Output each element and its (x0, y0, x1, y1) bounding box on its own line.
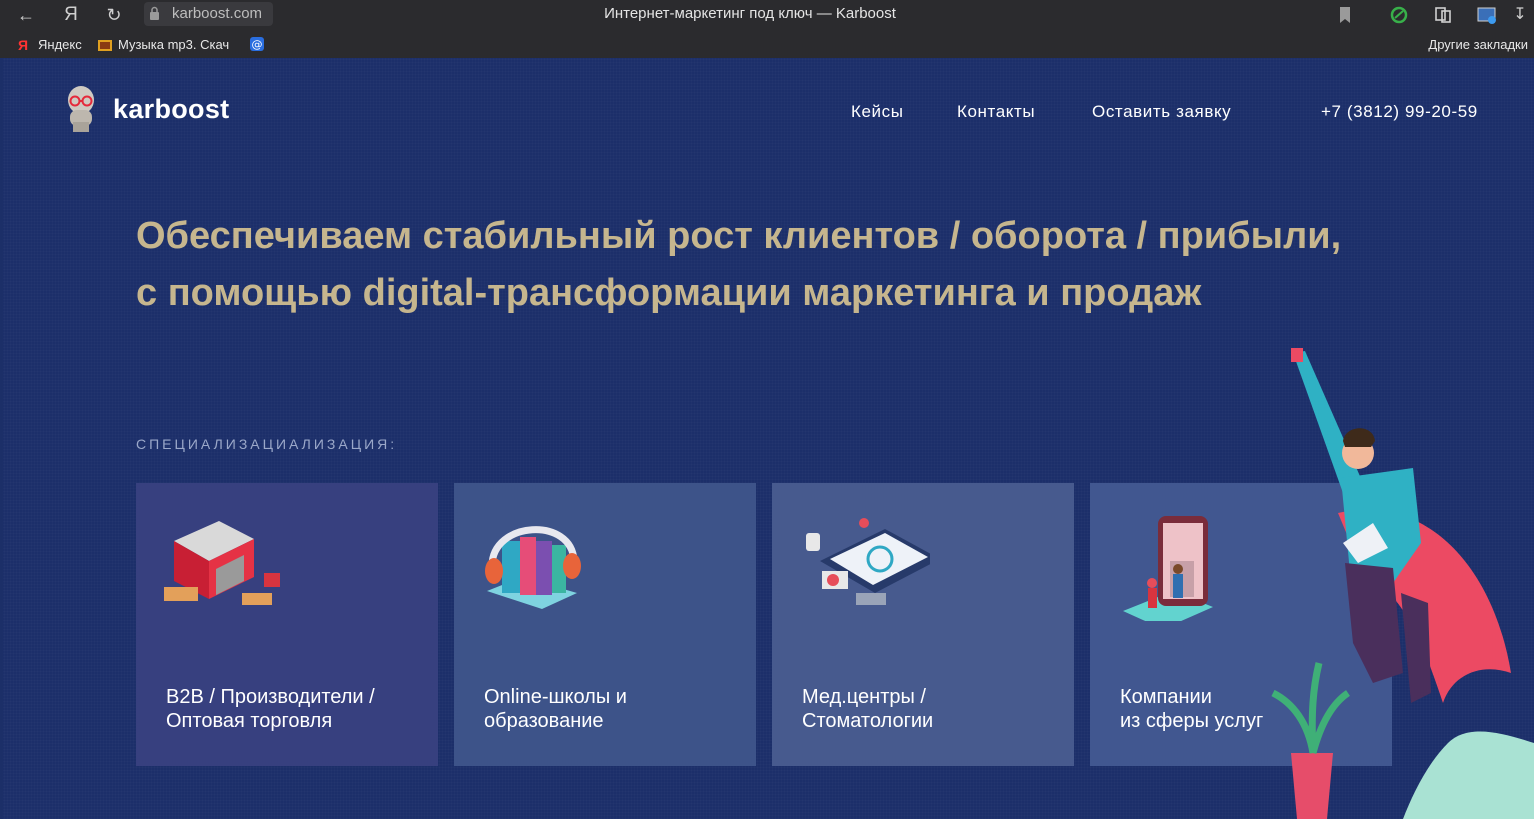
logo-text: karboost (113, 93, 230, 124)
bookmark-icon[interactable] (1334, 4, 1356, 26)
card-medical[interactable]: Мед.центры / Стоматологии (772, 483, 1074, 766)
bookmark-music[interactable]: Музыка mp3. Скач (98, 37, 229, 52)
extensions-icon[interactable] (1432, 4, 1454, 26)
protect-icon[interactable] (1388, 4, 1410, 26)
card-b2b[interactable]: B2B / Производители / Оптовая торговля (136, 483, 438, 766)
svg-text:@: @ (252, 38, 263, 51)
medical-tablet-icon (806, 518, 930, 605)
bookmark-label: Музыка mp3. Скач (118, 37, 230, 52)
card-title: Компании из сферы услуг (1120, 686, 1264, 732)
card-title: Online-школы и образование (484, 686, 627, 732)
hero-headline: Обеспечиваем стабильный рост клиентов / … (136, 208, 1436, 322)
headline-line-2: с помощью digital-трансформации маркетин… (136, 272, 1202, 314)
browser-chrome: ← Я ↻ karboost.com Интернет-маркетинг по… (0, 0, 1534, 58)
card-title: B2B / Производители / Оптовая торговля (166, 686, 375, 732)
window-title: Интернет-маркетинг под ключ — Karboost (604, 5, 896, 22)
other-bookmarks-label: Другие закладки (1428, 37, 1528, 52)
card-title: Мед.центры / Стоматологии (802, 686, 934, 732)
nav-cases[interactable]: Кейсы (851, 102, 904, 122)
card-online-schools[interactable]: Online-школы и образование (454, 483, 756, 766)
nav-request[interactable]: Оставить заявку (1092, 102, 1231, 122)
specialization-label: СПЕЦИАЛИЗАЦИАЛИЗАЦИЯ: (136, 436, 398, 452)
other-bookmarks[interactable]: Другие закладки (1428, 37, 1528, 52)
phone-link[interactable]: +7 (3812) 99-20-59 (1321, 102, 1478, 122)
at-icon: @ (250, 37, 264, 51)
yandex-icon: Я (18, 36, 29, 53)
browser-toolbar: ← Я ↻ karboost.com Интернет-маркетинг по… (0, 0, 1534, 30)
headline-line-1: Обеспечиваем стабильный рост клиентов / … (136, 215, 1342, 257)
bookmarks-bar: Я Яндекс Музыка mp3. Скач @ Другие закла… (0, 32, 1534, 58)
superhero-illustration (1271, 348, 1534, 819)
warehouse-icon (164, 521, 280, 605)
bookmark-yandex[interactable]: Я Яндекс (18, 37, 82, 52)
page: karboost Кейсы Контакты Оставить заявку … (3, 58, 1534, 819)
screenshot-icon[interactable] (1476, 4, 1498, 26)
site-logo[interactable]: karboost (63, 84, 229, 134)
nav-contacts[interactable]: Контакты (957, 102, 1035, 122)
music-icon (98, 39, 112, 51)
bookmark-label: Яндекс (38, 37, 82, 52)
home-delivery-icon (1123, 516, 1213, 621)
books-headphones-icon (485, 526, 581, 609)
logo-bust-icon (68, 86, 94, 132)
bookmark-mail[interactable]: @ (250, 37, 264, 51)
downloads-icon[interactable]: ↧ (1508, 3, 1532, 27)
